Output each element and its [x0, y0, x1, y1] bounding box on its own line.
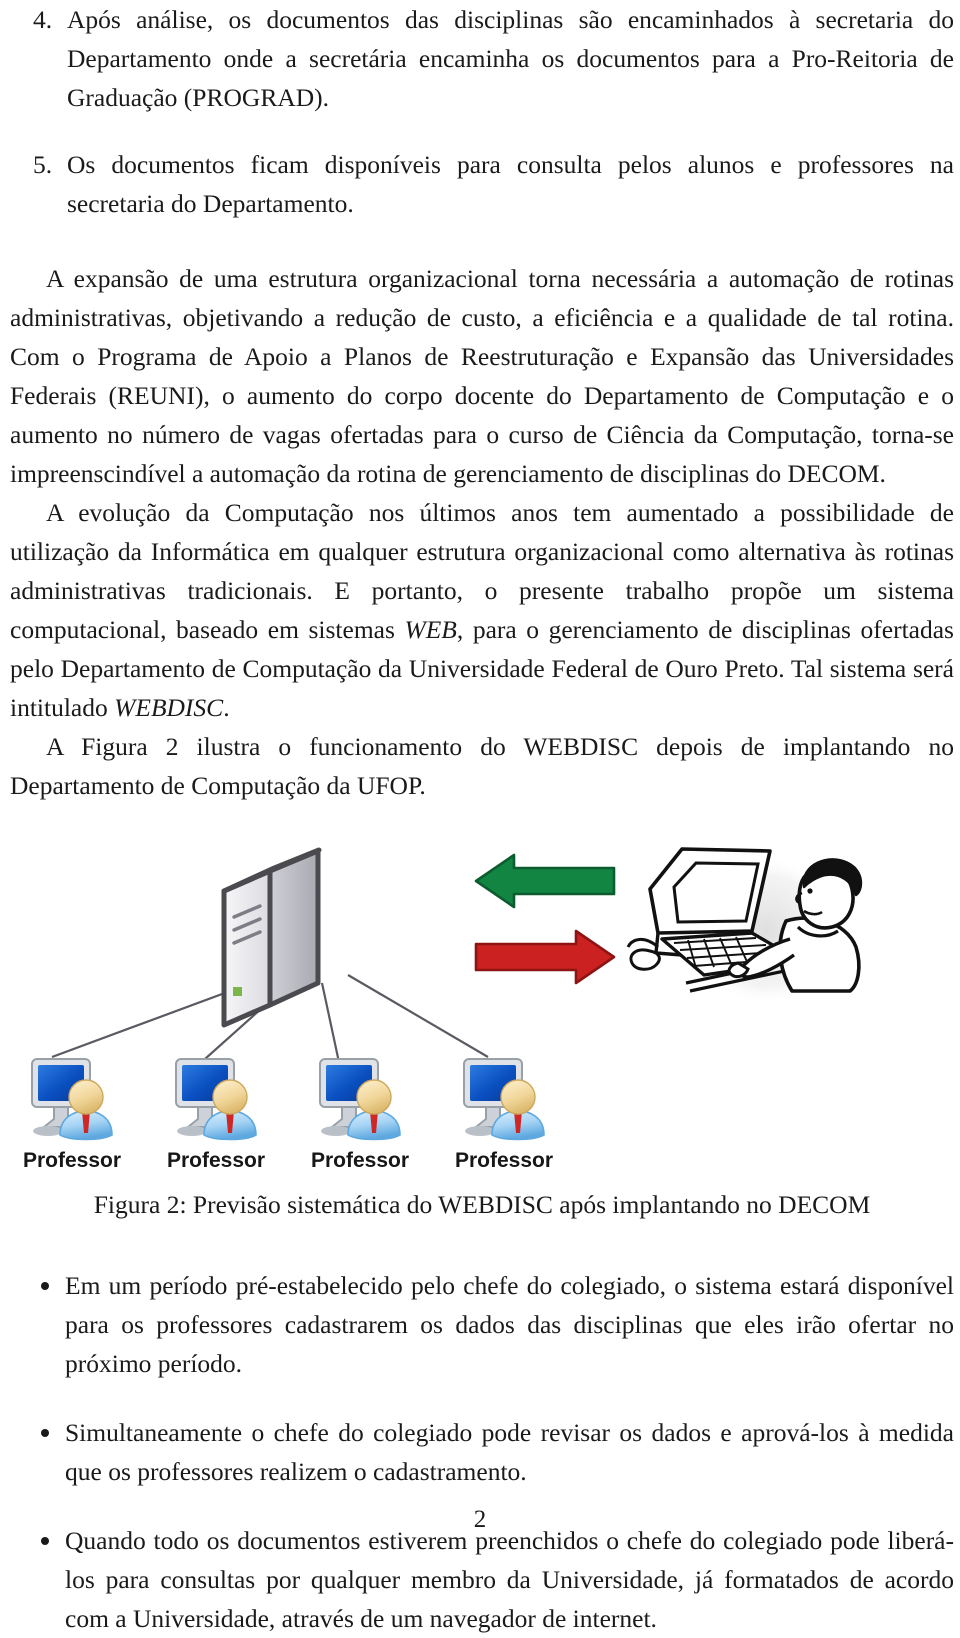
- professor-node-1: Professor: [23, 1058, 121, 1172]
- bullet-list: Em um período pré-estabelecido pelo chef…: [10, 1266, 954, 1638]
- arrow-right-red: [474, 929, 616, 985]
- list-item-text: Os documentos ficam disponíveis para con…: [67, 150, 954, 218]
- professor-label: Professor: [167, 1149, 265, 1172]
- professor-label: Professor: [455, 1149, 553, 1172]
- numbered-list: 4. Após análise, os documentos das disci…: [10, 0, 954, 223]
- webdisc-architecture-diagram: Professor Professor Professor Professor: [23, 847, 863, 1172]
- professor-label: Professor: [311, 1149, 409, 1172]
- paragraph-text-part: .: [223, 693, 230, 722]
- paragraph-figura-ref: A Figura 2 ilustra o funcionamento do WE…: [10, 727, 954, 805]
- server-status-led: [233, 987, 242, 996]
- professor-node-3: Professor: [311, 1058, 409, 1172]
- numbered-list-item: 5. Os documentos ficam disponíveis para …: [10, 145, 954, 223]
- page-number: 2: [473, 1506, 487, 1533]
- list-marker: 5.: [33, 150, 53, 179]
- bullet-item-text: Em um período pré-estabelecido pelo chef…: [65, 1271, 954, 1378]
- figure-canvas: Professor Professor Professor Professor: [10, 835, 954, 1180]
- bullet-item-text: Simultaneamente o chefe do colegiado pod…: [65, 1418, 954, 1486]
- bullet-list-item: Em um período pré-estabelecido pelo chef…: [10, 1266, 954, 1383]
- connector-line-3: [320, 982, 342, 1068]
- bullet-marker: [41, 1429, 49, 1437]
- connector-line-4: [347, 974, 489, 1058]
- bullet-marker: [41, 1537, 49, 1545]
- paragraph-evolucao: A evolução da Computação nos últimos ano…: [10, 493, 954, 727]
- arrow-left-green: [474, 853, 616, 909]
- emphasis-web: WEB: [404, 615, 457, 644]
- bullet-item-text: Quando todo os documentos estiverem pree…: [65, 1526, 954, 1633]
- server-tower-icon: [221, 847, 322, 1028]
- user-at-computer-illustration: [626, 847, 863, 1005]
- figure-caption: Figura 2: Previsão sistemática do WEBDIS…: [93, 1190, 871, 1219]
- list-item-text: Após análise, os documentos das discipli…: [67, 5, 954, 112]
- professor-node-4: Professor: [455, 1058, 553, 1172]
- numbered-list-item: 4. Após análise, os documentos das disci…: [10, 0, 954, 117]
- paragraph-text: A Figura 2 ilustra o funcionamento do WE…: [10, 732, 954, 800]
- document-page: 4. Após análise, os documentos das disci…: [0, 0, 960, 1633]
- paragraph-expansao: A expansão de uma estrutura organizacion…: [10, 259, 954, 493]
- bullet-marker: [41, 1282, 49, 1290]
- bullet-list-item: Quando todo os documentos estiverem pree…: [10, 1521, 954, 1638]
- professor-node-2: Professor: [167, 1058, 265, 1172]
- paragraph-text: A expansão de uma estrutura organizacion…: [10, 264, 954, 488]
- figure-2: Professor Professor Professor Professor …: [10, 835, 954, 1222]
- list-marker: 4.: [33, 5, 53, 34]
- bullet-list-item: Simultaneamente o chefe do colegiado pod…: [10, 1413, 954, 1491]
- professor-label: Professor: [23, 1149, 121, 1172]
- emphasis-webdisc: WEBDISC: [114, 693, 224, 722]
